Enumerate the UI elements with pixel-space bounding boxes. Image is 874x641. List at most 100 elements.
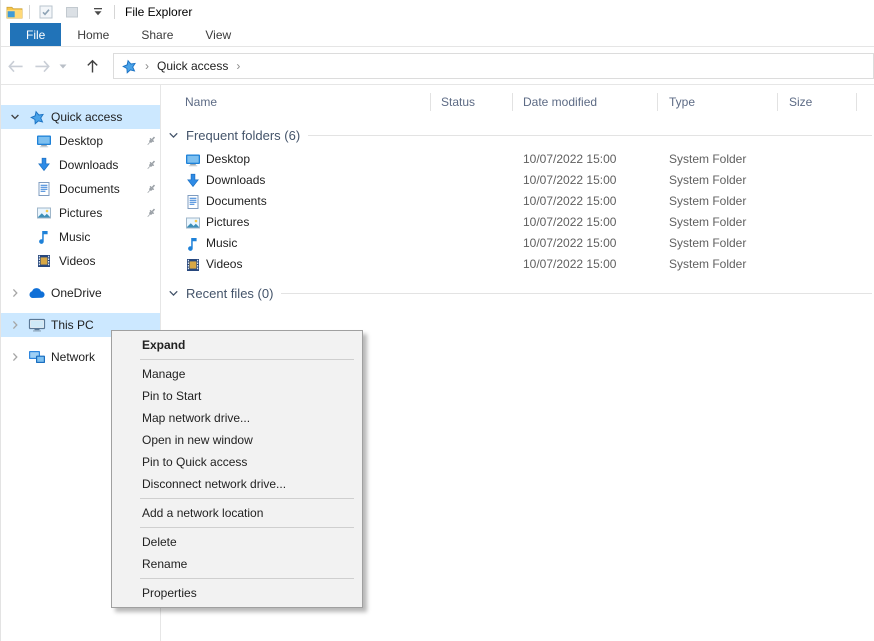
up-button[interactable]	[77, 59, 107, 74]
menu-item-pin-to-quick-access[interactable]: Pin to Quick access	[112, 451, 362, 473]
address-bar[interactable]: › Quick access ›	[113, 53, 874, 79]
forward-button[interactable]	[29, 60, 55, 73]
file-status	[431, 191, 513, 212]
file-date-modified: 10/07/2022 15:00	[513, 170, 658, 191]
file-row-downloads[interactable]: Downloads 10/07/2022 15:00System Folder	[162, 170, 874, 191]
downloads-icon	[185, 173, 201, 189]
file-date-modified: 10/07/2022 15:00	[513, 149, 658, 170]
file-type: System Folder	[658, 149, 778, 170]
sidebar-item-documents[interactable]: Documents	[1, 177, 160, 201]
menu-item-disconnect-network-drive[interactable]: Disconnect network drive...	[112, 473, 362, 495]
file-size	[778, 212, 857, 233]
tab-home[interactable]: Home	[61, 23, 125, 46]
file-date-modified: 10/07/2022 15:00	[513, 233, 658, 254]
file-status	[431, 212, 513, 233]
menu-item-add-a-network-location[interactable]: Add a network location	[112, 502, 362, 524]
sidebar-item-onedrive[interactable]: OneDrive	[1, 281, 160, 305]
desktop-icon	[35, 133, 53, 149]
file-name: Pictures	[206, 212, 249, 233]
group-header-frequent-folders[interactable]: Frequent folders (6)	[168, 125, 874, 145]
quick-access-star-icon	[28, 110, 46, 125]
tab-share[interactable]: Share	[125, 23, 189, 46]
properties-check-icon[interactable]	[36, 3, 56, 21]
menu-item-open-in-new-window[interactable]: Open in new window	[112, 429, 362, 451]
group-collapse-chevron-icon[interactable]	[168, 130, 179, 141]
sidebar-item-music[interactable]: Music	[1, 225, 160, 249]
column-header-date-modified[interactable]: Date modified	[513, 93, 658, 111]
chevron-down-icon[interactable]	[9, 112, 21, 122]
menu-separator	[140, 527, 354, 528]
sidebar-item-label: Documents	[59, 182, 120, 196]
file-name-cell: Documents	[162, 191, 431, 212]
downloads-icon	[35, 157, 53, 173]
menu-item-pin-to-start[interactable]: Pin to Start	[112, 385, 362, 407]
pin-icon[interactable]	[145, 135, 157, 147]
column-header-name[interactable]: Name	[162, 93, 431, 111]
file-row-music[interactable]: Music10/07/2022 15:00System Folder	[162, 233, 874, 254]
window-title: File Explorer	[125, 5, 192, 19]
breadcrumb-chevron-icon: ›	[234, 59, 242, 73]
sidebar-item-videos[interactable]: Videos	[1, 249, 160, 273]
this-pc-icon	[28, 317, 46, 333]
file-name: Music	[206, 233, 237, 254]
menu-item-properties[interactable]: Properties	[112, 582, 362, 604]
file-name-cell: Downloads	[162, 170, 431, 191]
recent-locations-dropdown-icon[interactable]	[55, 64, 71, 69]
column-header-status[interactable]: Status	[431, 93, 513, 111]
file-name: Documents	[206, 191, 267, 212]
pin-icon[interactable]	[145, 159, 157, 171]
group-header-rule	[281, 293, 872, 294]
file-row-documents[interactable]: Documents10/07/2022 15:00System Folder	[162, 191, 874, 212]
ribbon-tabs: FileHomeShareView	[1, 23, 874, 47]
documents-icon	[35, 181, 53, 197]
menu-item-expand[interactable]: Expand	[112, 334, 362, 356]
music-icon	[185, 236, 201, 252]
pin-icon[interactable]	[145, 207, 157, 219]
breadcrumb-item[interactable]: Quick access	[157, 59, 228, 73]
file-type: System Folder	[658, 170, 778, 191]
file-date-modified: 10/07/2022 15:00	[513, 212, 658, 233]
group-header-recent-files[interactable]: Recent files (0)	[168, 283, 874, 303]
documents-icon	[185, 194, 201, 210]
sidebar-item-label: Desktop	[59, 134, 103, 148]
menu-item-rename[interactable]: Rename	[112, 553, 362, 575]
qat-dropdown-icon[interactable]	[88, 3, 108, 21]
file-row-videos[interactable]: Videos10/07/2022 15:00System Folder	[162, 254, 874, 275]
back-button[interactable]	[1, 60, 29, 73]
sidebar-item-quick-access[interactable]: Quick access	[1, 105, 160, 129]
titlebar-separator	[114, 5, 115, 19]
breadcrumb-chevron-icon: ›	[143, 59, 151, 73]
new-folder-icon[interactable]	[62, 3, 82, 21]
menu-item-map-network-drive[interactable]: Map network drive...	[112, 407, 362, 429]
sidebar-item-label: Music	[59, 230, 90, 244]
chevron-right-icon[interactable]	[9, 352, 21, 362]
tab-file[interactable]: File	[10, 23, 61, 46]
file-row-pictures[interactable]: Pictures 10/07/2022 15:00System Folder	[162, 212, 874, 233]
sidebar-item-label: Videos	[59, 254, 95, 268]
menu-item-delete[interactable]: Delete	[112, 531, 362, 553]
file-row-desktop[interactable]: Desktop 10/07/2022 15:00System Folder	[162, 149, 874, 170]
file-type: System Folder	[658, 254, 778, 275]
group-collapse-chevron-icon[interactable]	[168, 288, 179, 299]
column-header-type[interactable]: Type	[658, 93, 778, 111]
file-size	[778, 191, 857, 212]
pin-icon[interactable]	[145, 183, 157, 195]
group-header-label: Frequent folders (6)	[186, 128, 300, 143]
file-name: Videos	[206, 254, 242, 275]
file-type: System Folder	[658, 212, 778, 233]
sidebar-item-pictures[interactable]: Pictures	[1, 201, 160, 225]
file-name-cell: Desktop	[162, 149, 431, 170]
sidebar-item-downloads[interactable]: Downloads	[1, 153, 160, 177]
sidebar-item-label: OneDrive	[51, 286, 102, 300]
sidebar-item-desktop[interactable]: Desktop	[1, 129, 160, 153]
column-header-size[interactable]: Size	[778, 93, 857, 111]
tab-view[interactable]: View	[189, 23, 247, 46]
onedrive-icon	[28, 287, 46, 299]
videos-icon	[185, 257, 201, 273]
chevron-right-icon[interactable]	[9, 320, 21, 330]
sidebar-item-label: Downloads	[59, 158, 118, 172]
titlebar-separator	[29, 5, 30, 19]
pictures-icon	[185, 215, 201, 231]
chevron-right-icon[interactable]	[9, 288, 21, 298]
menu-item-manage[interactable]: Manage	[112, 363, 362, 385]
